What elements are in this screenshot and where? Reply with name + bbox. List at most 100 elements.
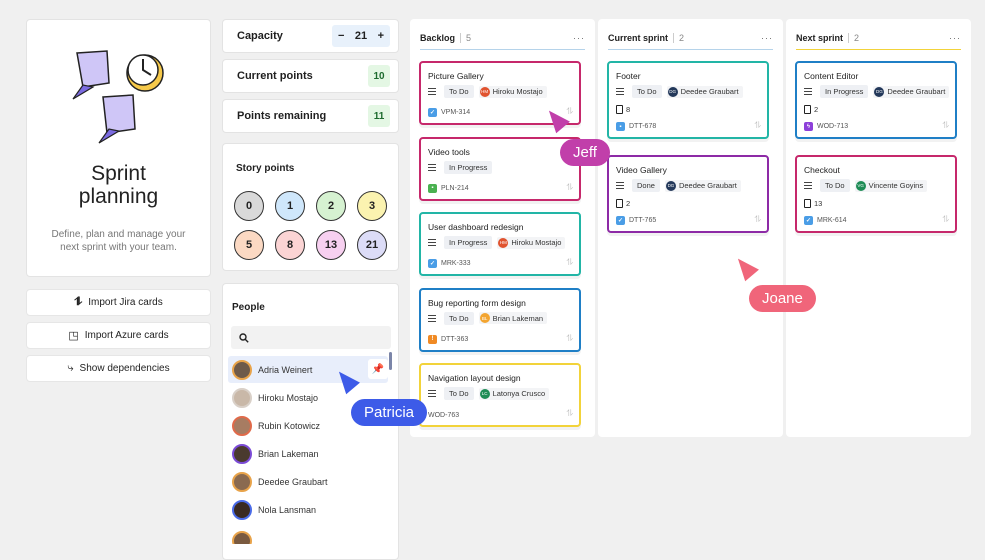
import-azure-button[interactable]: ◳ Import Azure cards xyxy=(26,322,211,349)
person-item[interactable]: Nola Lansman xyxy=(228,496,388,523)
people-scrollbar[interactable] xyxy=(389,352,392,370)
assignee-chip[interactable]: HM Hiroku Mostajo xyxy=(478,85,547,98)
issue-key[interactable]: ✓ DTT-765 xyxy=(616,216,656,225)
status-badge[interactable]: To Do xyxy=(820,179,850,192)
card-title: Footer xyxy=(616,71,641,81)
issue-key[interactable]: ▪ PLN-214 xyxy=(428,183,469,193)
points-value: 8 xyxy=(626,105,631,114)
description-icon xyxy=(804,182,812,189)
story-point-chip[interactable]: 8 xyxy=(275,230,305,260)
issue-type-icon: ✓ xyxy=(428,259,437,268)
story-point-chip[interactable]: 3 xyxy=(357,191,387,221)
assignee-avatar: VG xyxy=(855,180,866,191)
search-icon xyxy=(239,332,249,343)
status-badge[interactable]: To Do xyxy=(444,387,474,400)
issue-type-icon: ϟ xyxy=(804,122,813,131)
issue-key[interactable]: ✓ VPM-314 xyxy=(428,108,470,117)
current-points-value: 10 xyxy=(368,65,390,87)
story-point-chip[interactable]: 21 xyxy=(357,230,387,260)
description-icon xyxy=(428,88,436,95)
assignee-chip[interactable]: DG Deedee Graubart xyxy=(664,179,741,192)
issue-key[interactable]: ▪ DTT-678 xyxy=(616,122,656,131)
capacity-stepper[interactable]: − 21 + xyxy=(332,25,390,47)
azure-icon: ◳ xyxy=(68,330,79,342)
task-card[interactable]: Bug reporting form design To Do BL Brian La… xyxy=(419,287,581,352)
points-icon xyxy=(804,199,811,208)
jeff-cursor-label: Jeff xyxy=(560,139,610,166)
issue-key[interactable]: ϟ WOD-713 xyxy=(804,122,848,131)
story-points-badge[interactable]: 2 xyxy=(616,199,630,208)
person-item[interactable]: Adria Weinert 📌 xyxy=(228,356,388,383)
task-card[interactable]: Content Editor In Progress DG Deedee Grauba… xyxy=(795,61,957,139)
person-name: Adria Weinert xyxy=(258,364,313,375)
story-point-chip[interactable]: 0 xyxy=(234,191,264,221)
column-count: 2 xyxy=(673,33,684,43)
assignee-chip[interactable]: LC Latonya Crusco xyxy=(478,387,550,400)
status-badge[interactable]: To Do xyxy=(444,311,474,325)
assignee-avatar: BL xyxy=(479,313,490,323)
story-point-chip[interactable]: 5 xyxy=(234,230,264,260)
import-azure-label: Import Azure cards xyxy=(84,330,169,341)
increment-button[interactable]: + xyxy=(378,30,384,42)
assignee-chip[interactable]: BL Brian Lakeman xyxy=(478,312,548,324)
status-badge[interactable]: In Progress xyxy=(820,85,869,98)
status-badge[interactable]: To Do xyxy=(444,85,474,98)
description-icon xyxy=(428,390,436,397)
issue-key[interactable]: ✓ MRK-333 xyxy=(428,259,471,268)
assignee-chip[interactable]: DG Deedee Graubart xyxy=(666,85,743,98)
task-card[interactable]: User dashboard redesign In Progress HM Hiro… xyxy=(419,212,581,276)
points-value: 2 xyxy=(626,199,631,208)
story-points-badge[interactable]: 13 xyxy=(804,199,822,208)
story-point-chip[interactable]: 2 xyxy=(316,191,346,221)
assignee-chip[interactable]: DG Deedee Graubart xyxy=(873,85,950,98)
task-card[interactable]: Navigation layout design To Do LC Latonya C… xyxy=(419,363,581,427)
import-jira-button[interactable]: ⥮ Import Jira cards xyxy=(26,289,211,316)
points-icon xyxy=(616,199,623,208)
jira-icon: ⥮ xyxy=(566,106,573,116)
jira-icon: ⥮ xyxy=(754,214,761,224)
points-remaining-label: Points remaining xyxy=(237,110,327,122)
status-badge[interactable]: To Do xyxy=(632,85,662,98)
points-value: 13 xyxy=(814,199,823,208)
more-options-icon[interactable]: ··· xyxy=(761,33,773,43)
card-meta: In Progress xyxy=(428,160,493,174)
story-points-badge[interactable]: 8 xyxy=(616,105,630,114)
assignee-avatar: DG xyxy=(874,86,885,97)
story-point-chip[interactable]: 13 xyxy=(316,230,346,260)
status-badge[interactable]: Done xyxy=(632,179,660,192)
issue-key-text: PLN-214 xyxy=(441,184,469,192)
person-item[interactable]: Brian Lakeman xyxy=(228,440,388,467)
points-remaining-value: 11 xyxy=(368,105,390,127)
jira-icon: ⥮ xyxy=(566,257,573,267)
issue-key[interactable]: ! DTT-363 xyxy=(428,334,468,344)
task-card[interactable]: Video Gallery Done DG Deedee Graubart 2 ✓ DTT-… xyxy=(607,155,769,233)
person-item[interactable] xyxy=(228,524,388,544)
issue-type-icon: ▪ xyxy=(616,122,625,131)
backlog-column: Backlog 5 ··· Picture Gallery To Do HM Hiroku … xyxy=(410,19,595,437)
status-badge[interactable]: In Progress xyxy=(444,160,493,174)
people-label: People xyxy=(232,302,265,313)
card-title: Picture Gallery xyxy=(428,71,484,81)
task-card[interactable]: Video tools In Progress ▪ PLN-214 ⥮ xyxy=(419,136,581,201)
task-card[interactable]: Checkout To Do VG Vincente Goyins 13 ✓ MRK-614… xyxy=(795,155,957,233)
avatar xyxy=(232,471,252,492)
next-sprint-column: Next sprint 2 ··· Content Editor In Progress… xyxy=(786,19,971,437)
assignee-chip[interactable]: VG Vincente Goyins xyxy=(854,179,928,192)
show-dependencies-button[interactable]: ⤷ Show dependencies xyxy=(26,355,211,382)
task-card[interactable]: Footer To Do DG Deedee Graubart 8 ▪ DTT-678 ⥮ xyxy=(607,61,769,139)
pin-icon[interactable]: 📌 xyxy=(368,359,388,379)
decrement-button[interactable]: − xyxy=(338,30,344,42)
more-options-icon[interactable]: ··· xyxy=(949,33,961,43)
issue-key[interactable]: ✓ MRK-614 xyxy=(804,216,847,225)
assignee-chip[interactable]: HM Hiroku Mostajo xyxy=(497,236,566,249)
assignee-name: Hiroku Mostajo xyxy=(492,87,543,96)
status-badge[interactable]: In Progress xyxy=(444,236,493,249)
story-points-badge[interactable]: 2 xyxy=(804,105,818,114)
story-point-chip[interactable]: 1 xyxy=(275,191,305,221)
issue-key[interactable]: WOD-763 xyxy=(428,412,459,419)
more-options-icon[interactable]: ··· xyxy=(573,33,585,43)
person-item[interactable]: Deedee Graubart xyxy=(228,468,388,495)
avatar xyxy=(232,531,252,544)
people-search-input[interactable] xyxy=(231,326,391,349)
column-count: 5 xyxy=(460,33,471,43)
